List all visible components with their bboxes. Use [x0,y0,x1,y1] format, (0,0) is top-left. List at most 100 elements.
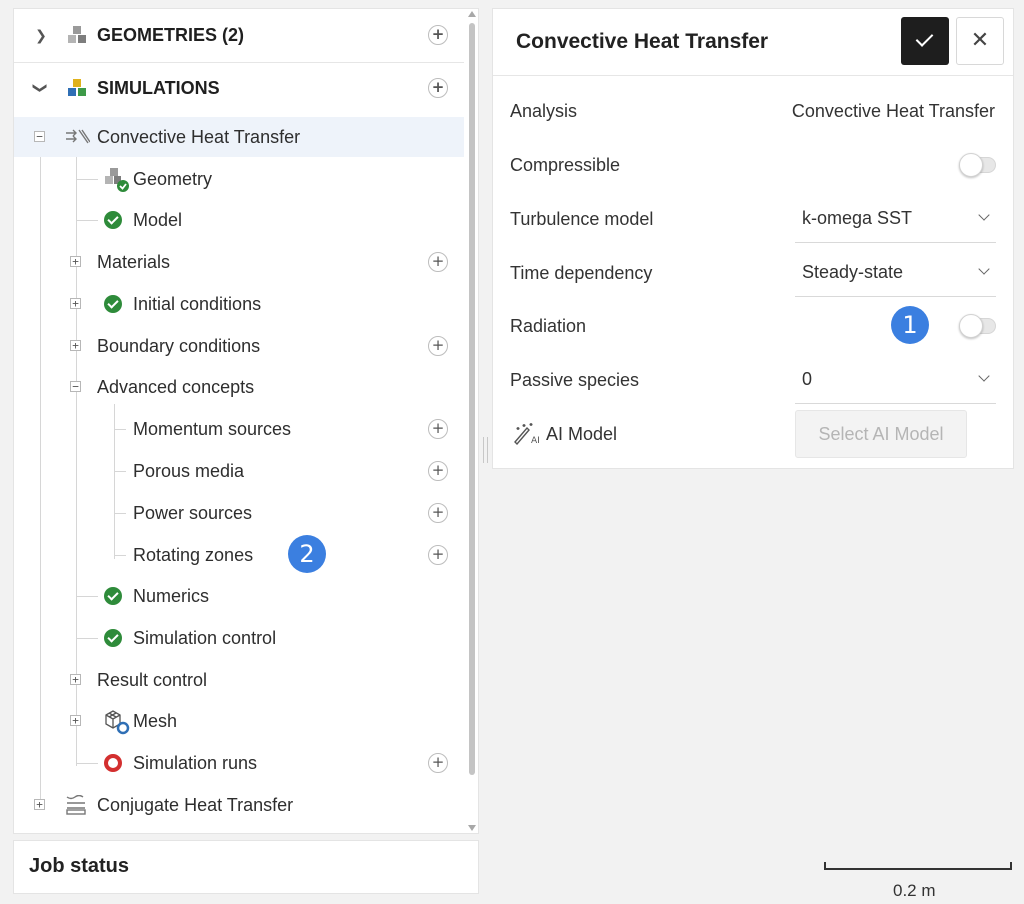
job-status-title: Job status [29,855,130,877]
mesh-icon [102,709,130,740]
tree-label-porous-media: Porous media [133,460,245,481]
tree-item-advanced-concepts[interactable]: − Advanced concepts [14,367,464,407]
time-dependency-label: Time dependency [510,263,653,283]
chevron-right-icon[interactable]: ❯ [34,27,48,43]
expand-toggle[interactable]: + [70,340,81,351]
add-rotating-zone-button[interactable]: + [428,545,448,565]
close-button[interactable]: ✕ [956,17,1004,65]
job-status-panel[interactable]: Job status [13,840,479,894]
tree-connector [114,429,126,430]
geometries-icon [66,25,88,50]
analysis-label: Analysis [510,101,578,121]
tree-item-momentum-sources[interactable]: Momentum sources + [14,409,464,449]
tree-connector [114,513,126,514]
add-momentum-source-button[interactable]: + [428,419,448,439]
panel-resize-handle[interactable] [483,437,489,463]
tree-label-numerics: Numerics [133,585,210,606]
expand-toggle[interactable]: + [70,298,81,309]
scroll-down-arrow[interactable] [468,825,476,831]
tree-item-boundary-conditions[interactable]: + Boundary conditions + [14,326,464,366]
expand-toggle[interactable]: + [70,256,81,267]
turbulence-model-select[interactable]: k-omega SST [795,193,996,243]
tree-label-initial-conditions: Initial conditions [133,293,262,314]
radiation-toggle[interactable] [959,314,996,338]
add-material-button[interactable]: + [428,252,448,272]
tree-label-model: Model [133,209,183,230]
tree-item-rotating-zones[interactable]: Rotating zones + [14,535,464,575]
tree-item-convective-heat-transfer[interactable]: − Convective Heat Transfer [14,117,464,157]
passive-species-select[interactable]: 0 [795,354,996,404]
tree-item-geometry[interactable]: Geometry [14,159,464,199]
tree-connector [76,763,98,764]
tree-item-porous-media[interactable]: Porous media + [14,451,464,491]
add-power-source-button[interactable]: + [428,503,448,523]
tree-item-numerics[interactable]: Numerics [14,576,464,616]
compressible-toggle[interactable] [959,153,996,177]
annotation-badge-2: 2 [288,535,326,573]
tree-item-simulation-runs[interactable]: Simulation runs + [14,743,464,783]
check-circle-icon [104,629,122,647]
check-circle-icon [104,587,122,605]
add-boundary-condition-button[interactable]: + [428,336,448,356]
chevron-down-icon[interactable]: ❯ [34,81,50,95]
expand-toggle[interactable]: + [70,715,81,726]
tree-label-boundary-conditions: Boundary conditions [97,335,261,356]
time-dependency-select[interactable]: Steady-state [795,247,996,297]
tree-connector [76,596,98,597]
svg-text:AI: AI [531,436,540,445]
confirm-check-button[interactable] [901,17,949,65]
expand-toggle[interactable]: + [34,799,45,810]
chevron-down-icon [978,370,990,382]
tree-item-model[interactable]: Model [14,200,464,240]
add-simulation-run-button[interactable]: + [428,753,448,773]
tree-label-geometry: Geometry [133,168,213,189]
tree-item-mesh[interactable]: + Mesh [14,701,464,741]
scale-bar [824,862,1012,872]
collapse-toggle[interactable]: − [70,381,81,392]
add-porous-media-button[interactable]: + [428,461,448,481]
tree-connector [114,555,126,556]
passive-species-value: 0 [802,369,813,389]
tree-label-simulation-control: Simulation control [133,627,277,648]
tree-section-geometries[interactable]: ❯ GEOMETRIES (2) + [14,15,464,55]
tree-item-result-control[interactable]: + Result control [14,660,464,700]
section-divider [14,62,464,63]
close-icon: ✕ [970,27,990,52]
convective-heat-icon [64,127,91,152]
simulation-properties-panel: Convective Heat Transfer ✕ Analysis Conv… [492,8,1014,469]
tree-label-conjugate: Conjugate Heat Transfer [97,794,294,815]
tree-item-power-sources[interactable]: Power sources + [14,493,464,533]
tree-section-simulations[interactable]: ❯ SIMULATIONS + [14,68,464,108]
chevron-down-icon [978,263,990,275]
tree-scrollbar[interactable] [469,23,475,775]
tree-label-simulations: SIMULATIONS [97,77,220,98]
analysis-value: Convective Heat Transfer [791,101,995,121]
tree-label-geometries: GEOMETRIES (2) [97,24,245,45]
tree-connector [114,471,126,472]
tree-item-conjugate-heat-transfer[interactable]: + Conjugate Heat Transfer [14,785,464,825]
add-simulation-button[interactable]: + [428,78,448,98]
time-dependency-value: Steady-state [802,262,904,282]
tree-label-momentum-sources: Momentum sources [133,418,292,439]
turbulence-model-label: Turbulence model [510,209,654,229]
tree-label-advanced-concepts: Advanced concepts [97,376,255,397]
expand-toggle[interactable]: + [70,674,81,685]
scroll-up-arrow[interactable] [468,11,476,17]
tree-connector [76,638,98,639]
ai-model-label: AI Model [546,424,618,444]
tree-item-initial-conditions[interactable]: + Initial conditions [14,284,464,324]
collapse-toggle[interactable]: − [34,131,45,142]
tree-item-materials[interactable]: + Materials + [14,242,464,282]
tree-label-rotating-zones: Rotating zones [133,544,254,565]
turbulence-model-value: k-omega SST [802,208,913,228]
tree-label-simulation-runs: Simulation runs [133,752,258,773]
tree-item-simulation-control[interactable]: Simulation control [14,618,464,658]
tree-connector [76,220,98,221]
select-ai-model-button[interactable]: Select AI Model [795,410,967,458]
add-geometry-button[interactable]: + [428,25,448,45]
passive-species-label: Passive species [510,370,640,390]
tree-label-convective: Convective Heat Transfer [97,126,301,147]
tree-label-result-control: Result control [97,669,208,690]
geometry-check-icon [102,167,130,198]
radiation-label: Radiation [510,316,587,336]
